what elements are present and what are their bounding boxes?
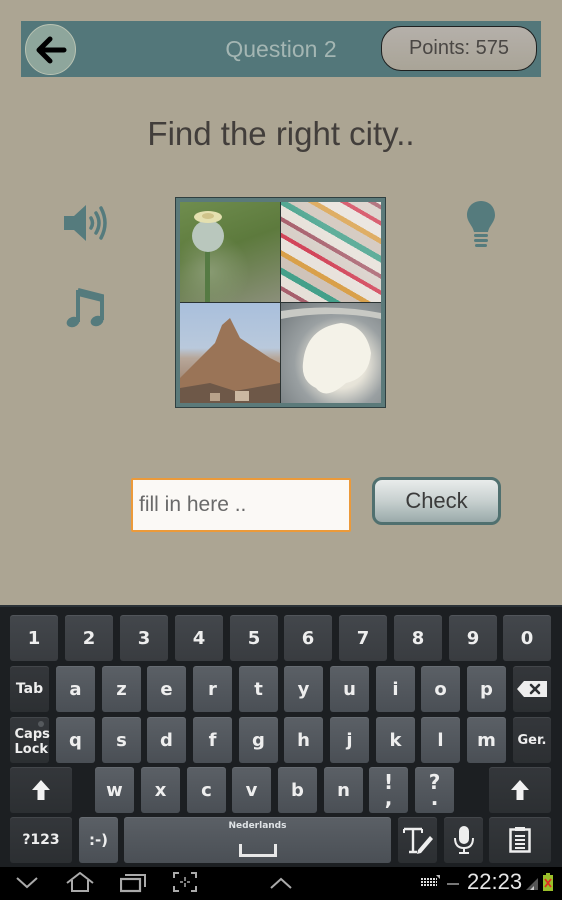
image-puzzle-frame <box>175 197 386 408</box>
key-o[interactable]: o <box>421 666 460 712</box>
image-tile-sweets <box>281 202 381 302</box>
key-stack: ? . <box>429 772 441 810</box>
key-r[interactable]: r <box>193 666 232 712</box>
chevron-down-icon[interactable] <box>16 877 38 889</box>
caps-indicator <box>38 721 44 727</box>
key-g[interactable]: g <box>239 717 278 763</box>
text-pen-icon <box>402 827 433 854</box>
key-p[interactable]: p <box>467 666 506 712</box>
image-tile-mountain <box>180 303 280 403</box>
speaker-icon <box>64 205 107 241</box>
key-y[interactable]: y <box>284 666 323 712</box>
status-clock: 22:23 <box>467 869 523 894</box>
system-navigation-bar: 22:23 <box>0 867 562 900</box>
microphone-icon <box>453 826 474 854</box>
speaker-button[interactable] <box>62 204 110 246</box>
answer-input[interactable] <box>131 478 351 532</box>
key-a[interactable]: a <box>56 666 95 712</box>
key-n[interactable]: n <box>324 767 363 813</box>
key-k[interactable]: k <box>376 717 415 763</box>
key-f[interactable]: f <box>193 717 232 763</box>
key-bottom-char: . <box>430 786 439 810</box>
key-m[interactable]: m <box>467 717 506 763</box>
points-badge: Points: 575 <box>381 26 537 71</box>
key-shift-right[interactable] <box>489 767 551 813</box>
arrow-left-icon <box>36 36 66 63</box>
key-b[interactable]: b <box>278 767 317 813</box>
key-caps-lock[interactable]: Caps Lock <box>10 717 50 763</box>
backspace-icon <box>517 681 547 697</box>
hint-button[interactable] <box>466 200 496 254</box>
key-handwriting[interactable] <box>398 817 437 863</box>
shift-icon <box>511 780 529 800</box>
key-symbols[interactable]: ?123 <box>10 817 72 863</box>
key-c[interactable]: c <box>187 767 226 813</box>
key-bottom-char: , <box>384 786 393 810</box>
space-icon <box>238 844 277 857</box>
music-note-icon <box>66 288 104 328</box>
chevron-up-icon[interactable] <box>270 877 292 889</box>
poppy-illustration <box>192 211 224 302</box>
on-screen-keyboard: 1 2 3 4 5 6 7 8 9 0 Tab a z e r t y u i … <box>0 605 562 867</box>
back-button[interactable] <box>25 24 76 75</box>
key-question-period[interactable]: ? . <box>415 767 454 813</box>
keyboard-icon <box>421 875 440 886</box>
key-3[interactable]: 3 <box>120 615 168 661</box>
key-5[interactable]: 5 <box>230 615 278 661</box>
key-6[interactable]: 6 <box>284 615 332 661</box>
key-x[interactable]: x <box>141 767 180 813</box>
image-tile-poppy <box>180 202 280 302</box>
music-button[interactable] <box>66 286 106 332</box>
key-space[interactable]: Nederlands <box>124 817 391 863</box>
home-icon[interactable] <box>66 872 94 892</box>
key-7[interactable]: 7 <box>339 615 387 661</box>
key-emoji[interactable]: :-) <box>79 817 118 863</box>
key-stack: ! , <box>384 772 393 810</box>
key-l[interactable]: l <box>421 717 460 763</box>
key-backspace[interactable] <box>513 666 551 712</box>
key-u[interactable]: u <box>330 666 369 712</box>
status-divider <box>447 883 459 885</box>
shift-icon <box>32 780 50 800</box>
check-button[interactable]: Check <box>372 477 501 525</box>
header-bar: Question 2 Points: 575 <box>21 21 541 77</box>
cream-illustration <box>281 307 381 394</box>
key-shift-left[interactable] <box>10 767 72 813</box>
image-tile-cream <box>281 303 381 403</box>
key-0[interactable]: 0 <box>503 615 551 661</box>
key-s[interactable]: s <box>102 717 141 763</box>
space-language-label: Nederlands <box>228 821 287 831</box>
mountain-illustration <box>180 318 280 403</box>
key-d[interactable]: d <box>147 717 186 763</box>
key-t[interactable]: t <box>239 666 278 712</box>
key-microphone[interactable] <box>444 817 483 863</box>
key-1[interactable]: 1 <box>10 615 58 661</box>
key-w[interactable]: w <box>95 767 134 813</box>
key-v[interactable]: v <box>232 767 271 813</box>
lightbulb-icon <box>467 201 495 247</box>
key-ger[interactable]: Ger. <box>513 717 551 763</box>
image-grid <box>180 202 381 403</box>
signal-icon <box>526 878 538 890</box>
key-j[interactable]: j <box>330 717 369 763</box>
question-prompt: Find the right city.. <box>147 115 415 152</box>
key-clipboard[interactable] <box>489 817 551 863</box>
key-8[interactable]: 8 <box>394 615 442 661</box>
recent-apps-icon[interactable] <box>120 873 146 893</box>
battery-icon <box>543 873 553 891</box>
key-9[interactable]: 9 <box>449 615 497 661</box>
key-e[interactable]: e <box>147 666 186 712</box>
key-tab[interactable]: Tab <box>10 666 49 712</box>
key-2[interactable]: 2 <box>65 615 113 661</box>
key-4[interactable]: 4 <box>175 615 223 661</box>
clipboard-icon <box>509 827 531 853</box>
key-z[interactable]: z <box>102 666 141 712</box>
key-q[interactable]: q <box>56 717 95 763</box>
key-i[interactable]: i <box>376 666 415 712</box>
key-exclaim-comma[interactable]: ! , <box>369 767 408 813</box>
caps-lock-label: Caps Lock <box>14 727 50 757</box>
key-h[interactable]: h <box>284 717 323 763</box>
screenshot-icon[interactable] <box>173 872 197 892</box>
